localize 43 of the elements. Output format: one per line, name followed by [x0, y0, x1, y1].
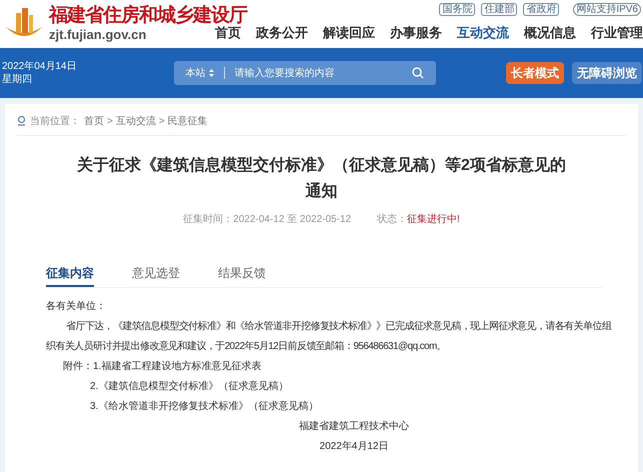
- nav-item[interactable]: 解读回应: [323, 24, 375, 42]
- nav-item[interactable]: 首页: [215, 24, 241, 42]
- nav-item[interactable]: 行业管理: [591, 24, 643, 42]
- sort-icon: [208, 69, 214, 77]
- breadcrumb-separator: >: [158, 114, 165, 128]
- attachment-item: 2.《建筑信息模型交付标准》（征求意见稿）: [90, 380, 290, 394]
- greeting: 各有关单位：: [46, 300, 107, 314]
- nav-item[interactable]: 互动交流: [457, 24, 509, 42]
- breadcrumb-link[interactable]: 互动交流: [116, 114, 156, 128]
- body-paragraph: 省厅下达，《建筑信息模型交付标准》和《给水管道非开挖修复技术标准》》已完成征求意见稿，现上网征求意见，请各有关单位组织有关人员研讨并提出修改意见和建议，于2022年5月12日前反馈至邮箱：956486631@qq.com。: [46, 320, 613, 354]
- tab[interactable]: 结果反馈: [218, 265, 266, 287]
- top-link[interactable]: 住建部: [481, 3, 518, 16]
- article-title: 关于征求《建筑信息模型交付标准》（征求意见稿）等2项省标意见的通知: [76, 155, 567, 202]
- scope-selector[interactable]: 本站: [186, 66, 206, 80]
- period-label: 征集时间：: [183, 212, 234, 227]
- tab[interactable]: 征集内容: [46, 265, 94, 287]
- status-text: 征集进行中!: [407, 212, 460, 227]
- collection-period: 2022-04-12 至 2022-05-12: [233, 213, 352, 227]
- current-date: 2022年04月14日: [2, 60, 76, 73]
- attachment-item: 1.福建省工程建设地方标准意见征求表: [93, 360, 262, 374]
- status-label: 状态：: [377, 212, 408, 227]
- site-title: 福建省住房和城乡建设厅: [49, 3, 247, 26]
- weekday: 星期四: [2, 73, 33, 86]
- nav-item[interactable]: 办事服务: [390, 24, 442, 42]
- top-link[interactable]: 省政府: [523, 3, 560, 16]
- mode-button[interactable]: 长者模式: [506, 62, 564, 84]
- site-domain: zjt.fujian.gov.cn: [49, 27, 146, 43]
- breadcrumb-separator: >: [107, 114, 113, 128]
- tab[interactable]: 意见选登: [132, 265, 180, 287]
- signature: 福建省建筑工程技术中心: [298, 420, 410, 434]
- nav-item[interactable]: 概况信息: [524, 24, 576, 42]
- breadcrumb-label: 当前位置：: [30, 114, 80, 128]
- search-field[interactable]: 本站 请输入您要搜索的内容: [174, 61, 436, 85]
- location-icon: [17, 116, 26, 126]
- search-icon[interactable]: [412, 67, 424, 79]
- mode-button[interactable]: 无障碍浏览: [572, 62, 642, 84]
- top-link[interactable]: 网站支持IPV6: [573, 3, 641, 16]
- nav-item[interactable]: 政务公开: [256, 24, 308, 42]
- signature-date: 2022年4月12日: [318, 440, 390, 454]
- breadcrumb-link[interactable]: 首页: [84, 114, 104, 128]
- top-link[interactable]: 国务院: [439, 3, 476, 16]
- breadcrumb-link[interactable]: 民意征集: [168, 114, 208, 128]
- attachment-item: 3.《给水管道非开挖修复技术标准》（征求意见稿）: [90, 400, 318, 414]
